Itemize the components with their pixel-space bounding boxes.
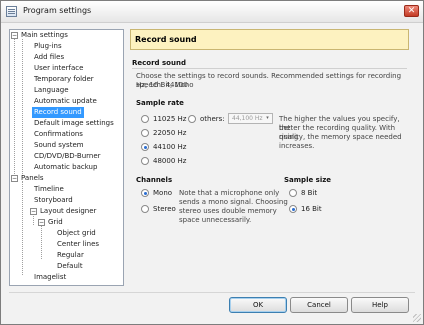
chevron-down-icon: ▾ xyxy=(266,115,269,121)
tree-item-panels[interactable]: Panels xyxy=(21,173,44,184)
radio-stereo-label[interactable]: Stereo xyxy=(153,205,176,213)
channels-note-2: sends a mono signal. Choosing xyxy=(179,198,288,206)
tree-item-center-lines[interactable]: Center lines xyxy=(57,239,99,250)
sample-rate-hint-3: quality, the memory space needed xyxy=(279,133,402,141)
tree-item-layout-designer[interactable]: Layout designer xyxy=(40,206,96,217)
divider xyxy=(132,68,407,69)
radio-22050-label[interactable]: 22050 Hz xyxy=(153,129,186,137)
tree-item-regular[interactable]: Regular xyxy=(57,250,84,261)
radio-22050[interactable] xyxy=(141,129,149,137)
radio-stereo[interactable] xyxy=(141,205,149,213)
tree-item-record-sound[interactable]: Record sound xyxy=(32,107,84,118)
radio-48000-label[interactable]: 48000 Hz xyxy=(153,157,186,165)
sample-rate-hint-4: increases. xyxy=(279,142,315,150)
tree-item-automatic-backup[interactable]: Automatic backup xyxy=(34,162,97,173)
tree-item-cd-dvd-bd-burner[interactable]: CD/DVD/BD-Burner xyxy=(34,151,101,162)
tree-item-imagelist[interactable]: Imagelist xyxy=(34,272,66,283)
tree-line xyxy=(33,214,34,225)
radio-44100-label[interactable]: 44100 Hz xyxy=(153,143,186,151)
panel-header-title: Record sound xyxy=(135,35,197,44)
channels-note-3: stereo uses double memory xyxy=(179,207,277,215)
radio-11025[interactable] xyxy=(141,115,149,123)
tree-item-grid[interactable]: Grid xyxy=(48,217,63,228)
tree-item-user-interface[interactable]: User interface xyxy=(34,63,83,74)
tree-line xyxy=(22,181,23,275)
channels-label: Channels xyxy=(136,176,173,184)
radio-others[interactable] xyxy=(188,115,196,123)
resize-grip-icon[interactable] xyxy=(413,314,421,322)
sample-size-label: Sample size xyxy=(284,176,332,184)
tree-item-confirmations[interactable]: Confirmations xyxy=(34,129,83,140)
radio-11025-label[interactable]: 11025 Hz xyxy=(153,115,186,123)
tree-item-default-image-settings[interactable]: Default image settings xyxy=(34,118,114,129)
radio-8-bit[interactable] xyxy=(289,189,297,197)
channels-note-1: Note that a microphone only xyxy=(179,189,280,197)
tree-item-temporary-folder[interactable]: Temporary folder xyxy=(34,74,94,85)
collapse-main-settings-icon[interactable]: − xyxy=(11,32,18,39)
settings-tree[interactable]: − Main settings Plug-ins Add files User … xyxy=(9,29,124,286)
ok-button[interactable]: OK xyxy=(229,297,287,313)
channels-note-4: space unnecessarily. xyxy=(179,216,252,224)
radio-44100[interactable] xyxy=(141,143,149,151)
tree-item-timeline[interactable]: Timeline xyxy=(34,184,64,195)
radio-mono-label[interactable]: Mono xyxy=(153,189,172,197)
tree-item-language[interactable]: Language xyxy=(34,85,69,96)
cancel-button[interactable]: Cancel xyxy=(290,297,348,313)
tree-item-main-settings[interactable]: Main settings xyxy=(21,30,68,41)
radio-mono[interactable] xyxy=(141,189,149,197)
tree-item-default[interactable]: Default xyxy=(57,261,83,272)
radio-16-bit-label[interactable]: 16 Bit xyxy=(301,205,322,213)
others-sample-rate-value: 44,100 Hz xyxy=(232,115,263,122)
tree-item-plug-ins[interactable]: Plug-ins xyxy=(34,41,62,52)
tree-item-automatic-update[interactable]: Automatic update xyxy=(34,96,97,107)
sample-rate-label: Sample rate xyxy=(136,99,184,107)
help-button[interactable]: Help xyxy=(351,297,409,313)
settings-window-icon xyxy=(6,6,17,17)
collapse-layout-designer-icon[interactable]: − xyxy=(30,208,37,215)
radio-others-label[interactable]: others: xyxy=(200,115,225,123)
collapse-panels-icon[interactable]: − xyxy=(11,175,18,182)
radio-8-bit-label[interactable]: 8 Bit xyxy=(301,189,317,197)
tree-item-object-grid[interactable]: Object grid xyxy=(57,228,96,239)
tree-line xyxy=(14,38,15,176)
window-title: Program settings xyxy=(23,6,92,15)
tree-item-add-files[interactable]: Add files xyxy=(34,52,64,63)
footer-divider xyxy=(9,292,415,293)
collapse-grid-icon[interactable]: − xyxy=(38,219,45,226)
title-bar[interactable]: Program settings ✕ xyxy=(1,1,423,23)
intro-line-2: Hz, 16 Bit, Mono xyxy=(136,81,194,89)
tree-item-sound-system[interactable]: Sound system xyxy=(34,140,84,151)
tree-line xyxy=(41,226,42,259)
radio-48000[interactable] xyxy=(141,157,149,165)
tree-item-storyboard[interactable]: Storyboard xyxy=(34,195,73,206)
program-settings-window: Program settings ✕ − Main settings Plug-… xyxy=(0,0,424,325)
others-sample-rate-select[interactable]: 44,100 Hz ▾ xyxy=(228,113,273,124)
tree-line xyxy=(22,39,23,176)
panel-header: Record sound xyxy=(130,29,409,50)
settings-panel: Record sound Record sound Choose the set… xyxy=(130,29,409,286)
close-button[interactable]: ✕ xyxy=(404,5,419,17)
radio-16-bit[interactable] xyxy=(289,205,297,213)
section-title: Record sound xyxy=(132,59,186,67)
